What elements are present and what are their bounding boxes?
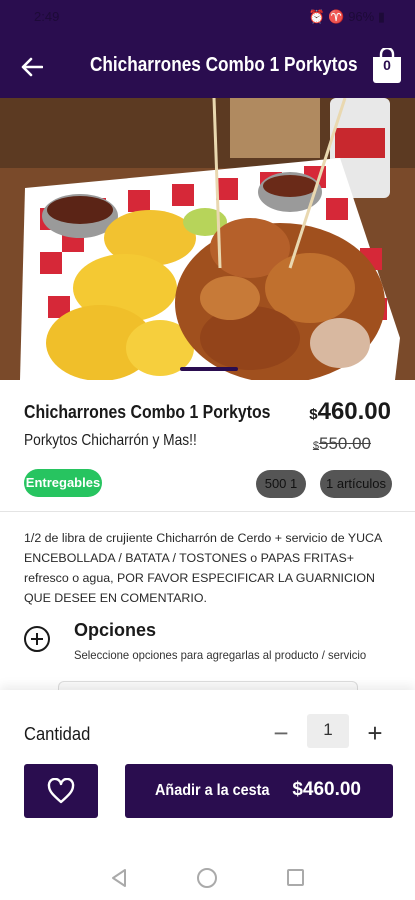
status-bar: 2:49 ⏰ ♈ 96% ▮: [0, 0, 415, 34]
product-photo: [0, 98, 415, 380]
bottom-action-panel: Cantidad − 1 + Añadir a la cesta $460.00: [0, 690, 415, 860]
quantity-label: Cantidad: [24, 724, 91, 744]
product-old-price: $550.00: [313, 434, 371, 454]
quantity-decrease-button[interactable]: −: [266, 718, 296, 748]
quantity-increase-button[interactable]: +: [360, 718, 390, 748]
product-image[interactable]: [0, 98, 415, 380]
circle-home-icon[interactable]: [197, 868, 217, 888]
items-chip: 1 artículos: [320, 470, 392, 498]
old-price-value: 550.00: [319, 434, 371, 453]
status-time: 2:49: [34, 9, 60, 24]
triangle-back-icon[interactable]: [110, 868, 128, 888]
product-price: $460.00: [309, 398, 391, 426]
add-to-cart-button[interactable]: Añadir a la cesta $460.00: [125, 764, 393, 818]
deliverable-badge: Entregables: [24, 469, 102, 497]
product-subtitle: Porkytos Chicharrón y Mas!!: [24, 432, 197, 449]
price-value: 460.00: [317, 398, 391, 425]
image-pager-indicator: [180, 367, 238, 371]
price-currency: $: [309, 406, 318, 423]
stock-chip: 500 1: [256, 470, 306, 498]
app-bar: Chicharrones Combo 1 Porkytos 0: [0, 34, 415, 98]
product-name: Chicharrones Combo 1 Porkytos: [24, 402, 271, 422]
product-description: 1/2 de libra de crujiente Chicharrón de …: [24, 531, 382, 605]
add-to-cart-label: Añadir a la cesta: [155, 782, 270, 799]
favorite-button[interactable]: [24, 764, 98, 818]
cart-count: 0: [383, 57, 391, 73]
page-title: Chicharrones Combo 1 Porkytos: [89, 54, 358, 76]
product-info: Chicharrones Combo 1 Porkytos Porkytos C…: [0, 380, 415, 510]
divider: [0, 511, 415, 512]
options-title: Opciones: [74, 620, 157, 640]
cart-button[interactable]: 0: [369, 48, 405, 84]
arrow-left-icon: [21, 57, 43, 77]
plus-circle-icon: [24, 626, 50, 652]
back-button[interactable]: [16, 52, 48, 82]
options-row[interactable]: Opciones Seleccione opciones para agrega…: [0, 612, 415, 672]
heart-icon: [47, 778, 75, 804]
status-indicators: ⏰ ♈ 96% ▮: [308, 9, 385, 24]
quantity-value[interactable]: 1: [307, 714, 349, 748]
system-nav-bar: [0, 860, 415, 900]
options-subtitle: Seleccione opciones para agregarlas al p…: [74, 648, 367, 662]
add-to-cart-price: $460.00: [292, 779, 361, 800]
square-recent-icon[interactable]: [287, 869, 304, 886]
